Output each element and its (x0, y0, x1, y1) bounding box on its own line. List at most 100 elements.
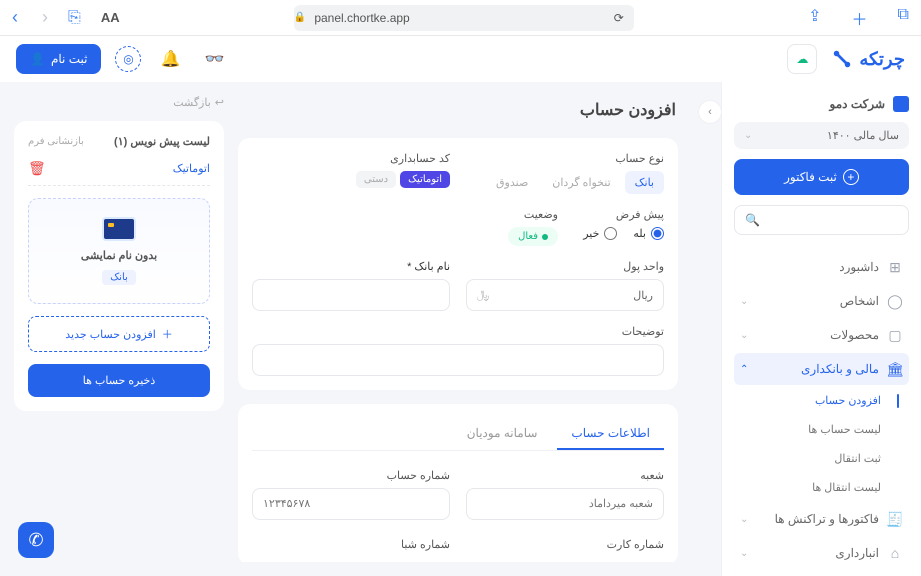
trash-icon[interactable]: 🗑 (28, 160, 46, 177)
card-no-label: شماره کارت (466, 538, 664, 551)
description-label: توضیحات (252, 325, 664, 338)
cloud-status-icon[interactable]: ☁ (787, 44, 817, 74)
account-type-label: نوع حساب (466, 152, 664, 165)
bank-card-icon (102, 217, 136, 241)
plus-icon: ＋ (162, 326, 173, 342)
default-label: پیش فرض (574, 208, 664, 221)
glasses-icon[interactable]: 👓 (199, 44, 229, 74)
share-icon[interactable]: ⇪ (808, 6, 821, 30)
default-no[interactable]: خیر (583, 227, 617, 240)
tab-modian[interactable]: سامانه مودیان (453, 418, 552, 450)
sidebar-collapse-button[interactable]: › (698, 100, 721, 124)
company-icon (893, 96, 909, 112)
back-arrow-icon: ↩ (215, 96, 224, 109)
chevron-up-icon: ⌃ (740, 364, 748, 375)
logo[interactable]: چرتکه (831, 48, 905, 70)
type-cashbox[interactable]: صندوق (486, 171, 538, 194)
brand-text: چرتکه (859, 49, 905, 70)
chevron-down-icon: ⌄ (740, 330, 748, 341)
bell-icon[interactable]: 🔔 (155, 44, 185, 74)
create-invoice-button[interactable]: + ثبت فاکتور (734, 159, 909, 195)
fiscal-year-selector[interactable]: سال مالی ۱۴۰۰ ⌄ (734, 122, 909, 149)
account-preview: بدون نام نمایشی بانک (28, 198, 210, 304)
support-fab[interactable]: ✆ (18, 522, 54, 558)
draft-panel: لیست پیش نویس (۱) بازنشانی فرم اتوماتیک … (14, 121, 224, 411)
book-icon[interactable]: ⎘ (68, 9, 81, 27)
currency-select[interactable]: ریال ﷼ (466, 279, 664, 311)
tab-account-info[interactable]: اطلاعات حساب (557, 418, 664, 450)
branch-label: شعبه (466, 469, 664, 482)
dashboard-icon: ⊞ (887, 259, 903, 275)
draft-title: لیست پیش نویس (۱) (114, 135, 210, 148)
chevron-down-icon: ⌄ (740, 514, 748, 525)
sub-account-list[interactable]: لیست حساب ها (734, 416, 889, 443)
logo-icon (831, 48, 853, 70)
app-top-bar: چرتکه ☁ 👓 🔔 ◎ ثبت نام 👤 (0, 36, 921, 82)
code-mode-toggle: اتوماتیک دستی (252, 171, 450, 188)
sub-add-transfer[interactable]: ثبت انتقال (734, 445, 889, 472)
search-icon: 🔍 (745, 213, 760, 227)
nav-warehouse[interactable]: ⌂انبارداری ⌄ (734, 537, 909, 569)
status-dot-icon (542, 234, 548, 240)
main-content: › افزودن حساب نوع حساب بانک تنخواه گردان… (0, 82, 721, 576)
text-size-icon[interactable]: AA (101, 10, 120, 25)
type-petty[interactable]: تنخواه گردان (542, 171, 620, 194)
warehouse-icon: ⌂ (887, 545, 903, 561)
back-link[interactable]: ↩ بازگشت (173, 96, 224, 109)
type-bank[interactable]: بانک (625, 171, 664, 194)
account-info-card: اطلاعات حساب سامانه مودیان شعبه شماره حس… (238, 404, 678, 562)
fiscal-year-label: سال مالی ۱۴۰۰ (827, 129, 899, 142)
lock-icon: 🔒 (294, 12, 306, 23)
receipt-icon: 🧾 (887, 511, 903, 527)
accounting-code-label: کد حسابداری (252, 152, 450, 165)
status-label: وضعیت (478, 208, 558, 221)
info-tabs: اطلاعات حساب سامانه مودیان (252, 418, 664, 451)
chevron-down-icon: ⌄ (740, 296, 748, 307)
nav-products[interactable]: ▢محصولات ⌄ (734, 319, 909, 351)
description-input[interactable] (252, 344, 664, 376)
bank-name-label: نام بانک * (252, 260, 450, 273)
page-title: افزودن حساب (580, 100, 676, 120)
nav-list: ⊞داشبورد ◯اشخاص ⌄ ▢محصولات ⌄ 🏛مالی و بان… (734, 251, 909, 569)
nav-people[interactable]: ◯اشخاص ⌄ (734, 285, 909, 317)
chevron-down-icon: ⌄ (744, 130, 752, 141)
save-accounts-button[interactable]: ذخیره حساب ها (28, 364, 210, 397)
sub-transfer-list[interactable]: لیست انتقال ها (734, 474, 889, 501)
new-tab-icon[interactable]: ＋ (852, 6, 868, 30)
account-no-input[interactable] (252, 488, 450, 520)
finance-submenu: افزودن حساب لیست حساب ها ثبت انتقال لیست… (734, 387, 909, 501)
draft-auto-link[interactable]: اتوماتیک (173, 162, 210, 175)
url-text: panel.chortke.app (314, 11, 409, 25)
bank-name-input[interactable] (252, 279, 450, 311)
refresh-icon[interactable]: ⟳ (614, 11, 624, 25)
browser-chrome: ‹ › ⎘ AA 🔒 panel.chortke.app ⟳ ⇪ ＋ ⧉ (0, 0, 921, 36)
bank-icon: 🏛 (887, 361, 903, 377)
target-icon[interactable]: ◎ (115, 46, 141, 72)
back-icon[interactable]: ‹ (12, 7, 18, 28)
nav-finance[interactable]: 🏛مالی و بانکداری ⌃ (734, 353, 909, 385)
nav-dashboard[interactable]: ⊞داشبورد (734, 251, 909, 283)
code-manual[interactable]: دستی (356, 171, 396, 188)
code-auto[interactable]: اتوماتیک (400, 171, 450, 188)
company-selector[interactable]: شرکت دمو (734, 96, 909, 112)
sheba-label: شماره شبا (252, 538, 450, 551)
sidebar: شرکت دمو سال مالی ۱۴۰۰ ⌄ + ثبت فاکتور 🔍 … (721, 82, 921, 576)
account-no-label: شماره حساب (252, 469, 450, 482)
default-yes[interactable]: بله (633, 227, 664, 240)
add-new-account-button[interactable]: ＋ افزودن حساب جدید (28, 316, 210, 352)
search-input[interactable]: 🔍 (734, 205, 909, 235)
currency-label: واحد پول (466, 260, 664, 273)
nav-invoices[interactable]: 🧾فاکتورها و تراکنش ها ⌄ (734, 503, 909, 535)
signup-button[interactable]: ثبت نام 👤 (16, 44, 101, 74)
sub-add-account[interactable]: افزودن حساب (734, 387, 889, 414)
tabs-icon[interactable]: ⧉ (898, 6, 909, 30)
reset-form-link[interactable]: بازنشانی فرم (28, 136, 84, 147)
status-chip[interactable]: فعال (508, 227, 558, 246)
account-form-card: نوع حساب بانک تنخواه گردان صندوق کد حساب… (238, 138, 678, 390)
preview-name: بدون نام نمایشی (81, 249, 157, 262)
url-bar[interactable]: 🔒 panel.chortke.app ⟳ (294, 5, 634, 31)
forward-icon[interactable]: › (42, 7, 48, 28)
branch-input[interactable] (466, 488, 664, 520)
create-invoice-label: ثبت فاکتور (784, 170, 837, 184)
plus-icon: + (843, 169, 859, 185)
